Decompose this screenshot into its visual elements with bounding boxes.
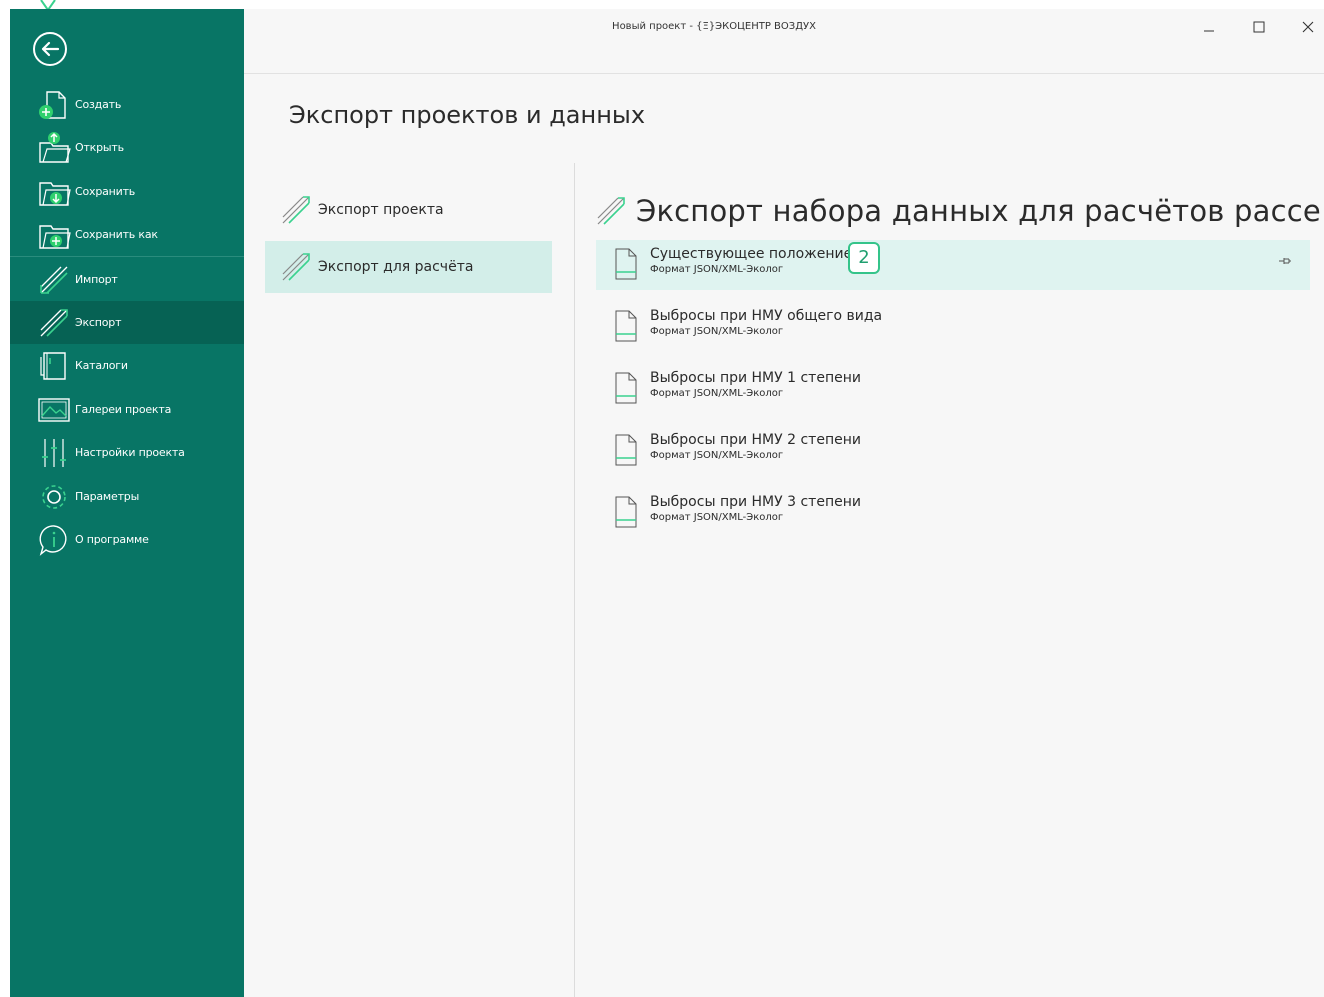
sidebar-item-label: О программе (75, 533, 149, 546)
dataset-name: Выбросы при НМУ 1 степени (650, 370, 861, 386)
main-panel: Новый проект - {Ξ}ЭКОЦЕНТР ВОЗДУХ Экспор… (244, 9, 1324, 997)
panel-divider (574, 163, 575, 997)
sidebar-item-save-as[interactable]: Сохранить как (10, 213, 244, 256)
dataset-export-title: Экспорт набора данных для расчётов рассе… (636, 194, 1324, 228)
sidebar-item-label: Параметры (75, 490, 140, 503)
sidebar-item-label: Импорт (75, 273, 118, 286)
dataset-name: Выбросы при НМУ 3 степени (650, 494, 861, 510)
sidebar-item-label: Каталоги (75, 359, 128, 372)
import-arrows-icon (40, 266, 68, 294)
sliders-icon (42, 438, 66, 467)
back-arrow-icon[interactable] (32, 31, 68, 67)
open-folder-icon (39, 131, 71, 163)
close-icon[interactable] (1300, 19, 1316, 35)
dataset-name: Выбросы при НМУ 2 степени (650, 432, 861, 448)
sidebar-item-label: Экспорт (75, 316, 122, 329)
gear-icon (42, 484, 66, 509)
sidebar-item-gallery[interactable]: Галереи проекта (10, 388, 244, 431)
dataset-item[interactable]: Выбросы при НМУ 2 степени Формат JSON/XM… (596, 426, 1310, 476)
sidebar-item-open[interactable]: Открыть (10, 126, 244, 169)
page-title: Экспорт проектов и данных (289, 101, 646, 129)
document-icon (615, 372, 637, 404)
sidebar-item-about[interactable]: О программе (10, 518, 244, 561)
dataset-name: Выбросы при НМУ общего вида (650, 308, 883, 324)
export-for-calculation-label: Экспорт для расчёта (318, 259, 474, 275)
sidebar-item-label: Создать (75, 98, 122, 111)
export-arrows-icon (282, 196, 310, 224)
sidebar-item-label: Сохранить как (75, 228, 158, 241)
document-icon (615, 248, 637, 280)
sidebar-item-catalogs[interactable]: Каталоги (10, 344, 244, 387)
dataset-item[interactable]: Выбросы при НМУ 1 степени Формат JSON/XM… (596, 364, 1310, 414)
sidebar-item-create[interactable]: Создать (10, 83, 244, 126)
sidebar-divider (10, 256, 244, 257)
backstage-sidebar: Создать Открыть Сохранить Сохранить как (10, 9, 244, 997)
dataset-item[interactable]: Существующее положение Формат JSON/XML-Э… (596, 240, 1310, 290)
gallery-image-icon (38, 397, 70, 422)
save-folder-icon (39, 181, 71, 206)
document-icon (615, 496, 637, 528)
dataset-format: Формат JSON/XML-Эколог (650, 264, 784, 275)
sidebar-item-options[interactable]: Параметры (10, 475, 244, 518)
sidebar-item-export[interactable]: Экспорт (10, 301, 244, 344)
dataset-format: Формат JSON/XML-Эколог (650, 512, 784, 523)
sidebar-item-import[interactable]: Импорт (10, 258, 244, 301)
sidebar-item-label: Галереи проекта (75, 403, 172, 416)
step-badge: 2 (848, 242, 880, 274)
export-arrows-icon (597, 197, 625, 225)
sidebar-item-project-settings[interactable]: Настройки проекта (10, 431, 244, 474)
dataset-format: Формат JSON/XML-Эколог (650, 450, 784, 461)
export-arrows-icon (40, 308, 68, 337)
minimize-icon[interactable] (1201, 19, 1217, 35)
title-bar: Новый проект - {Ξ}ЭКОЦЕНТР ВОЗДУХ (244, 9, 1324, 74)
sidebar-item-save[interactable]: Сохранить (10, 170, 244, 213)
dataset-name: Существующее положение (650, 246, 853, 262)
dataset-format: Формат JSON/XML-Эколог (650, 388, 784, 399)
document-icon (615, 310, 637, 342)
dataset-item[interactable]: Выбросы при НМУ 3 степени Формат JSON/XM… (596, 488, 1310, 538)
sidebar-item-label: Открыть (75, 141, 124, 154)
maximize-icon[interactable] (1251, 19, 1267, 35)
document-icon (615, 434, 637, 466)
sidebar-item-label: Сохранить (75, 185, 136, 198)
save-as-folder-icon (39, 224, 71, 249)
pin-icon[interactable] (1278, 254, 1292, 268)
window-title: Новый проект - {Ξ}ЭКОЦЕНТР ВОЗДУХ (612, 21, 816, 32)
export-project-item[interactable]: Экспорт проекта (265, 184, 552, 236)
dataset-format: Формат JSON/XML-Эколог (650, 326, 784, 337)
export-for-calculation-item[interactable]: Экспорт для расчёта (265, 241, 552, 293)
sidebar-item-label: Настройки проекта (75, 446, 185, 459)
dataset-item[interactable]: Выбросы при НМУ общего вида Формат JSON/… (596, 302, 1310, 352)
export-arrows-icon (282, 253, 310, 281)
export-project-label: Экспорт проекта (318, 202, 444, 218)
dataset-export-heading: Экспорт набора данных для расчётов рассе… (594, 194, 1324, 228)
info-bubble-icon (39, 524, 67, 556)
new-document-icon (39, 90, 66, 119)
catalog-book-icon (40, 351, 66, 380)
